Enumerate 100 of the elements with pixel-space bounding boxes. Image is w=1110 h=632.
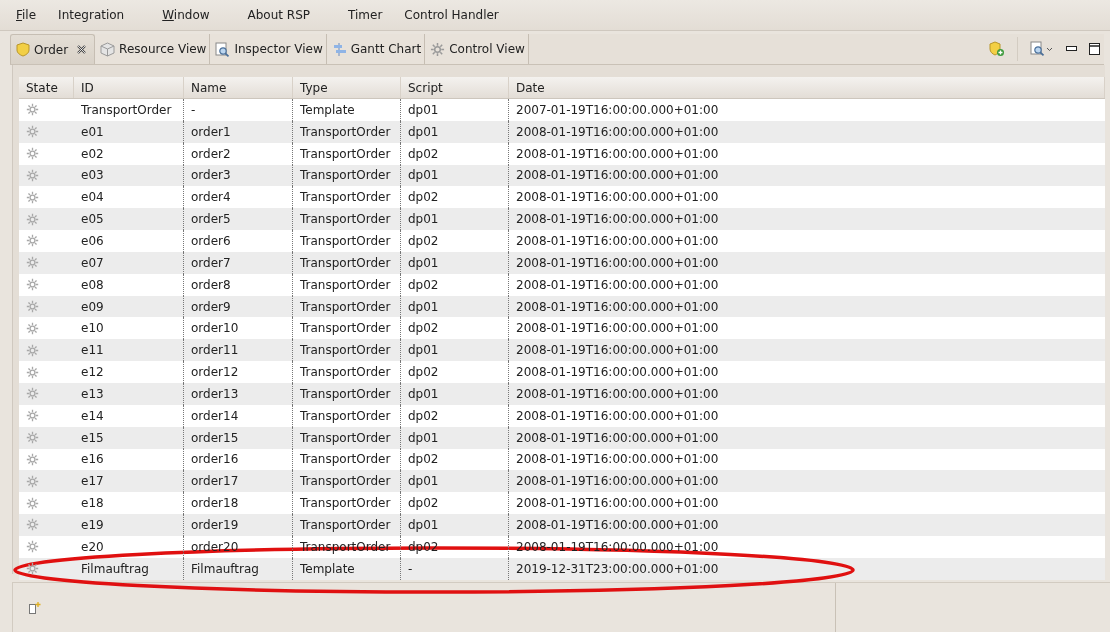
new-view-icon[interactable]	[28, 600, 42, 615]
table-cell: order1	[184, 120, 293, 143]
state-gear-icon	[26, 518, 39, 532]
table-cell: TransportOrder	[293, 230, 401, 252]
table-cell: order12	[184, 361, 293, 383]
table-cell-text: 2008-01-19T16:00:00.000+01:00	[515, 320, 720, 338]
search-dropdown-icon[interactable]	[1030, 41, 1054, 57]
state-gear-icon	[26, 190, 39, 204]
state-gear-icon	[26, 365, 39, 379]
state-gear-icon	[26, 343, 39, 357]
column-header[interactable]: Script	[401, 77, 509, 98]
table-cell: TransportOrder	[293, 120, 401, 143]
state-gear-icon	[26, 540, 39, 554]
table-cell-text: 2008-01-19T16:00:00.000+01:00	[515, 429, 720, 447]
table-cell-text: 2008-01-19T16:00:00.000+01:00	[515, 167, 720, 185]
state-gear-icon	[26, 125, 39, 139]
state-gear-icon	[26, 278, 39, 292]
table-cell: TransportOrder	[293, 295, 401, 318]
close-icon[interactable]	[76, 44, 88, 55]
table-cell: e20	[74, 535, 184, 558]
minimize-icon[interactable]	[1066, 46, 1077, 52]
menu-item[interactable]: File	[12, 8, 51, 22]
table-cell: TransportOrder	[293, 514, 401, 536]
state-gear-icon	[26, 496, 39, 510]
table-cell-text: 2008-01-19T16:00:00.000+01:00	[515, 451, 720, 469]
table-cell: TransportOrder	[293, 404, 401, 427]
table-cell: dp01	[401, 514, 509, 536]
table-cell: Filmauftrag	[74, 557, 184, 580]
menu-item[interactable]: Timer	[344, 8, 397, 22]
table-cell-text: 2008-01-19T16:00:00.000+01:00	[515, 342, 720, 360]
column-header[interactable]: Name	[184, 77, 293, 98]
table-cell: order6	[184, 230, 293, 252]
table-cell: Template	[293, 557, 401, 580]
state-gear-icon	[26, 409, 39, 423]
column-header[interactable]: Type	[293, 77, 401, 98]
table-cell-text: 2008-01-19T16:00:00.000+01:00	[515, 276, 720, 294]
cube-icon	[100, 41, 116, 57]
table-cell: dp02	[401, 230, 509, 252]
table-cell: e08	[74, 273, 184, 296]
table-cell: e01	[74, 120, 184, 143]
table-cell: dp01	[401, 339, 509, 362]
table-cell: dp01	[401, 426, 509, 449]
menu-item[interactable]: Window	[158, 8, 224, 22]
table-cell: e06	[74, 230, 184, 252]
state-gear-icon	[26, 431, 39, 445]
table-cell-text: 2007-01-19T16:00:00.000+01:00	[515, 101, 720, 119]
view-tab[interactable]: Order	[10, 34, 96, 64]
table-cell: TransportOrder	[293, 361, 401, 383]
table-cell: dp01	[401, 295, 509, 318]
table-cell: TransportOrder	[293, 382, 401, 405]
table-cell: dp02	[401, 361, 509, 383]
table-cell: Template	[293, 99, 401, 121]
table-cell-text: 2008-01-19T16:00:00.000+01:00	[515, 233, 720, 250]
state-gear-icon	[26, 212, 39, 226]
table-cell: order3	[184, 164, 293, 187]
table-cell: -	[184, 99, 293, 121]
table-cell: TransportOrder	[293, 470, 401, 493]
table-cell: dp01	[401, 99, 509, 121]
menu-item[interactable]: Integration	[54, 8, 139, 22]
table-cell: order9	[184, 295, 293, 318]
table-cell: dp02	[401, 142, 509, 165]
table-cell: order19	[184, 514, 293, 536]
state-gear-icon	[26, 103, 39, 117]
maximize-icon[interactable]	[1089, 43, 1100, 55]
state-gear-icon	[26, 147, 39, 161]
state-gear-icon	[26, 321, 39, 335]
table-cell: TransportOrder	[293, 273, 401, 296]
table-cell: e17	[74, 470, 184, 493]
table-cell-text: 2008-01-19T16:00:00.000+01:00	[515, 298, 720, 316]
table-cell: dp01	[401, 251, 509, 274]
table-cell: order5	[184, 208, 293, 231]
add-order-icon[interactable]	[989, 41, 1005, 57]
state-gear-icon	[26, 256, 39, 270]
table-cell: dp02	[401, 273, 509, 296]
table-cell: dp01	[401, 120, 509, 143]
column-header[interactable]: State	[19, 77, 74, 98]
table-cell-text: 2008-01-19T16:00:00.000+01:00	[515, 385, 720, 403]
state-gear-icon	[26, 474, 39, 488]
column-header[interactable]: ID	[74, 77, 184, 98]
column-header[interactable]: Date	[509, 77, 1105, 98]
table-cell: order2	[184, 142, 293, 165]
table-cell-text: 2019-12-31T23:00:00.000+01:00	[515, 560, 720, 578]
table-cell-text: 2008-01-19T16:00:00.000+01:00	[515, 254, 720, 272]
table-cell: TransportOrder	[293, 142, 401, 165]
magnifier-icon	[215, 41, 231, 57]
table-cell: e12	[74, 361, 184, 383]
menu-item[interactable]: About RSP	[243, 8, 325, 22]
table-cell: e14	[74, 404, 184, 427]
state-gear-icon	[26, 300, 39, 313]
table-cell-text: 2008-01-19T16:00:00.000+01:00	[515, 495, 720, 513]
table-cell: -	[401, 557, 509, 580]
table-cell: order15	[184, 426, 293, 449]
table-cell: e02	[74, 142, 184, 165]
table-cell: e11	[74, 339, 184, 362]
menu-item[interactable]: Control Handler	[400, 8, 513, 22]
table-cell-text: 2008-01-19T16:00:00.000+01:00	[515, 123, 720, 141]
table-cell: order7	[184, 251, 293, 274]
table-cell: order17	[184, 470, 293, 493]
table-cell-text: 2008-01-19T16:00:00.000+01:00	[515, 364, 720, 382]
table-cell: e13	[74, 382, 184, 405]
